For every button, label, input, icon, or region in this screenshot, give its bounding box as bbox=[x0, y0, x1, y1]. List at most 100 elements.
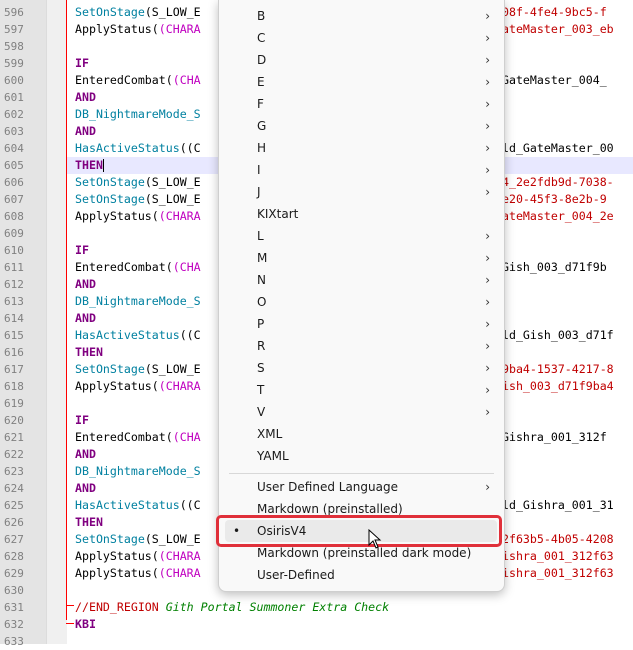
code-text-tail: Gishra_001_312f63 bbox=[495, 549, 614, 563]
menu-item-n[interactable]: N › bbox=[219, 270, 504, 292]
line-number: 597 bbox=[4, 23, 24, 36]
chevron-right-icon: › bbox=[485, 317, 490, 331]
line-number: 612 bbox=[4, 278, 24, 291]
chevron-right-icon: › bbox=[485, 480, 490, 494]
menu-item-i[interactable]: I › bbox=[219, 160, 504, 182]
chevron-right-icon: › bbox=[485, 31, 490, 45]
menu-item-e[interactable]: E › bbox=[219, 72, 504, 94]
menu-item-c[interactable]: C › bbox=[219, 28, 504, 50]
code-text-tail: f9ba4-1537-4217-8 bbox=[495, 362, 614, 376]
line-number: 632 bbox=[4, 618, 24, 631]
code-line[interactable]: 631 //END_REGION Gith Portal Summoner Ext… bbox=[0, 599, 633, 616]
line-number: 598 bbox=[4, 40, 24, 53]
menu-item-label: C bbox=[257, 31, 266, 45]
menu-item-o[interactable]: O › bbox=[219, 292, 504, 314]
menu-item-r[interactable]: R › bbox=[219, 336, 504, 358]
menu-item-label: B bbox=[257, 9, 266, 23]
menu-item-label: XML bbox=[257, 427, 283, 441]
menu-item-yaml[interactable]: YAML bbox=[219, 446, 504, 468]
menu-item-g[interactable]: G › bbox=[219, 116, 504, 138]
code-text-tail: 12f63b5-4b05-4208 bbox=[495, 532, 614, 546]
menu-item-b[interactable]: B › bbox=[219, 6, 504, 28]
code-text: IF bbox=[75, 413, 89, 427]
code-text-tail: GateMaster_004_2e bbox=[495, 209, 614, 223]
code-text: THEN bbox=[75, 515, 103, 529]
code-text: ApplyStatus((CHARA bbox=[75, 566, 201, 580]
code-text-tail: eld_Gishra_001_31 bbox=[495, 498, 614, 512]
menu-item-v[interactable]: V › bbox=[219, 402, 504, 424]
code-text-tail: GateMaster_003_eb bbox=[495, 22, 614, 36]
chevron-right-icon: › bbox=[485, 119, 490, 133]
code-text: HasActiveStatus((C bbox=[75, 328, 201, 342]
chevron-right-icon: › bbox=[485, 361, 490, 375]
code-text: EnteredCombat((CHA bbox=[75, 430, 201, 444]
menu-item-l[interactable]: L › bbox=[219, 226, 504, 248]
menu-item-label: S bbox=[257, 361, 265, 375]
mouse-cursor-icon bbox=[368, 529, 382, 549]
code-text-tail: Gish_003_d71f9ba4 bbox=[495, 379, 614, 393]
code-text: THEN bbox=[75, 345, 103, 359]
line-number: 622 bbox=[4, 448, 24, 461]
chevron-right-icon: › bbox=[485, 97, 490, 111]
code-text-tail: eld_Gish_003_d71f bbox=[495, 328, 614, 342]
line-number: 605 bbox=[4, 159, 24, 172]
line-number: 610 bbox=[4, 244, 24, 257]
code-text: AND bbox=[75, 481, 96, 495]
menu-item-s[interactable]: S › bbox=[219, 358, 504, 380]
code-text: AND bbox=[75, 124, 96, 138]
line-number: 624 bbox=[4, 482, 24, 495]
code-line[interactable]: 633 bbox=[0, 633, 633, 650]
menu-item-label: User-Defined bbox=[257, 568, 335, 582]
menu-item-j[interactable]: J › bbox=[219, 182, 504, 204]
menu-separator bbox=[229, 473, 494, 474]
line-number: 620 bbox=[4, 414, 24, 427]
line-number: 617 bbox=[4, 363, 24, 376]
menu-item-m[interactable]: M › bbox=[219, 248, 504, 270]
text-caret bbox=[102, 159, 104, 172]
line-number: 603 bbox=[4, 125, 24, 138]
code-text-tail: 308f-4fe4-9bc5-f bbox=[495, 5, 607, 19]
chevron-right-icon: › bbox=[485, 295, 490, 309]
code-text: SetOnStage(S_LOW_E bbox=[75, 5, 201, 19]
menu-item-label: User Defined Language bbox=[257, 480, 398, 494]
menu-item-kixtart[interactable]: KIXtart bbox=[219, 204, 504, 226]
code-text: DB_NightmareMode_S bbox=[75, 107, 201, 121]
chevron-right-icon: › bbox=[485, 53, 490, 67]
chevron-right-icon: › bbox=[485, 383, 490, 397]
menu-item-user-defined-language[interactable]: User Defined Language › bbox=[219, 477, 504, 499]
menu-item-d[interactable]: D › bbox=[219, 50, 504, 72]
code-text-tail: 7e20-45f3-8e2b-9 bbox=[495, 192, 607, 206]
line-number: 621 bbox=[4, 431, 24, 444]
code-text-tail: Gishra_001_312f63 bbox=[495, 566, 614, 580]
line-number: 625 bbox=[4, 499, 24, 512]
code-text: AND bbox=[75, 90, 96, 104]
chevron-right-icon: › bbox=[485, 185, 490, 199]
line-number: 628 bbox=[4, 550, 24, 563]
menu-item-h[interactable]: H › bbox=[219, 138, 504, 160]
code-text-tail: _Gishra_001_312f bbox=[495, 430, 607, 444]
code-text: EnteredCombat((CHA bbox=[75, 73, 201, 87]
code-text: SetOnStage(S_LOW_E bbox=[75, 362, 201, 376]
menu-item-label: H bbox=[257, 141, 267, 155]
chevron-right-icon: › bbox=[485, 163, 490, 177]
menu-item-user-defined[interactable]: User-Defined bbox=[219, 565, 504, 587]
chevron-right-icon: › bbox=[485, 141, 490, 155]
menu-item-t[interactable]: T › bbox=[219, 380, 504, 402]
code-text: KBI bbox=[75, 617, 96, 631]
code-text-tail: eld_GateMaster_00 bbox=[495, 141, 614, 155]
menu-item-p[interactable]: P › bbox=[219, 314, 504, 336]
chevron-right-icon: › bbox=[485, 339, 490, 353]
chevron-right-icon: › bbox=[485, 405, 490, 419]
line-number: 616 bbox=[4, 346, 24, 359]
menu-item-label: I bbox=[257, 163, 261, 177]
code-line[interactable]: 632 KBI bbox=[0, 616, 633, 633]
chevron-right-icon: › bbox=[485, 9, 490, 23]
line-number: 606 bbox=[4, 176, 24, 189]
code-text: EnteredCombat((CHA bbox=[75, 260, 201, 274]
code-text: IF bbox=[75, 56, 89, 70]
menu-item-xml[interactable]: XML bbox=[219, 424, 504, 446]
chevron-right-icon: › bbox=[485, 251, 490, 265]
line-number: 633 bbox=[4, 635, 24, 648]
menu-item-label: N bbox=[257, 273, 266, 287]
menu-item-f[interactable]: F › bbox=[219, 94, 504, 116]
